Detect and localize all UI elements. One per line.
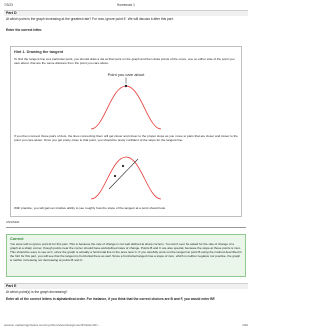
hint-figure-2 <box>90 156 162 200</box>
print-header: 7/3/23 Homework 1 <box>4 3 248 9</box>
footer-page-number: 4/20 <box>242 323 248 327</box>
part-e-question: At which point(s) is the graph decreasin… <box>6 290 68 294</box>
figure-2-curve <box>90 156 162 200</box>
hint-paragraph-2: If you then connect those pairs of dots,… <box>14 134 238 142</box>
hint-panel: Hint 1. Drawing the tangent To find the … <box>10 46 242 217</box>
answer-label: ANSWER: <box>6 220 21 224</box>
part-e-instruction: Enter all of the correct letters in alph… <box>6 297 216 301</box>
correct-text: You were told to ignore point E for this… <box>10 242 242 262</box>
correct-title: Correct <box>10 237 24 241</box>
answer-field[interactable] <box>6 227 246 228</box>
correct-feedback: Correct You were told to ignore point E … <box>6 234 246 277</box>
figure-1-curve <box>90 85 162 130</box>
print-title: Homework 1 <box>117 3 135 7</box>
figure-1-point <box>124 84 128 88</box>
part-e-header: Part E <box>4 283 248 289</box>
part-d-instruction: Enter the correct letter. <box>6 28 43 32</box>
hint-paragraph-3: With practice, you will gain an intuitiv… <box>14 206 166 210</box>
figure-2-left-point <box>113 174 117 178</box>
part-d-header: Part D <box>4 10 248 16</box>
hint-title: Hint 1. Drawing the tangent <box>14 50 64 54</box>
figure-1-label: Point you care about <box>108 72 146 77</box>
hint-paragraph-1: To find the tangent line at a particular… <box>14 57 235 65</box>
footer-url: session.masteringphysics.com/myct/itemVi… <box>4 323 101 327</box>
figure-2-tangent-line <box>108 158 139 190</box>
part-d-question: At which point is the graph increasing a… <box>6 17 174 21</box>
figure-2-right-point <box>121 164 125 168</box>
hint-figure-1: Point you care about <box>90 72 162 130</box>
